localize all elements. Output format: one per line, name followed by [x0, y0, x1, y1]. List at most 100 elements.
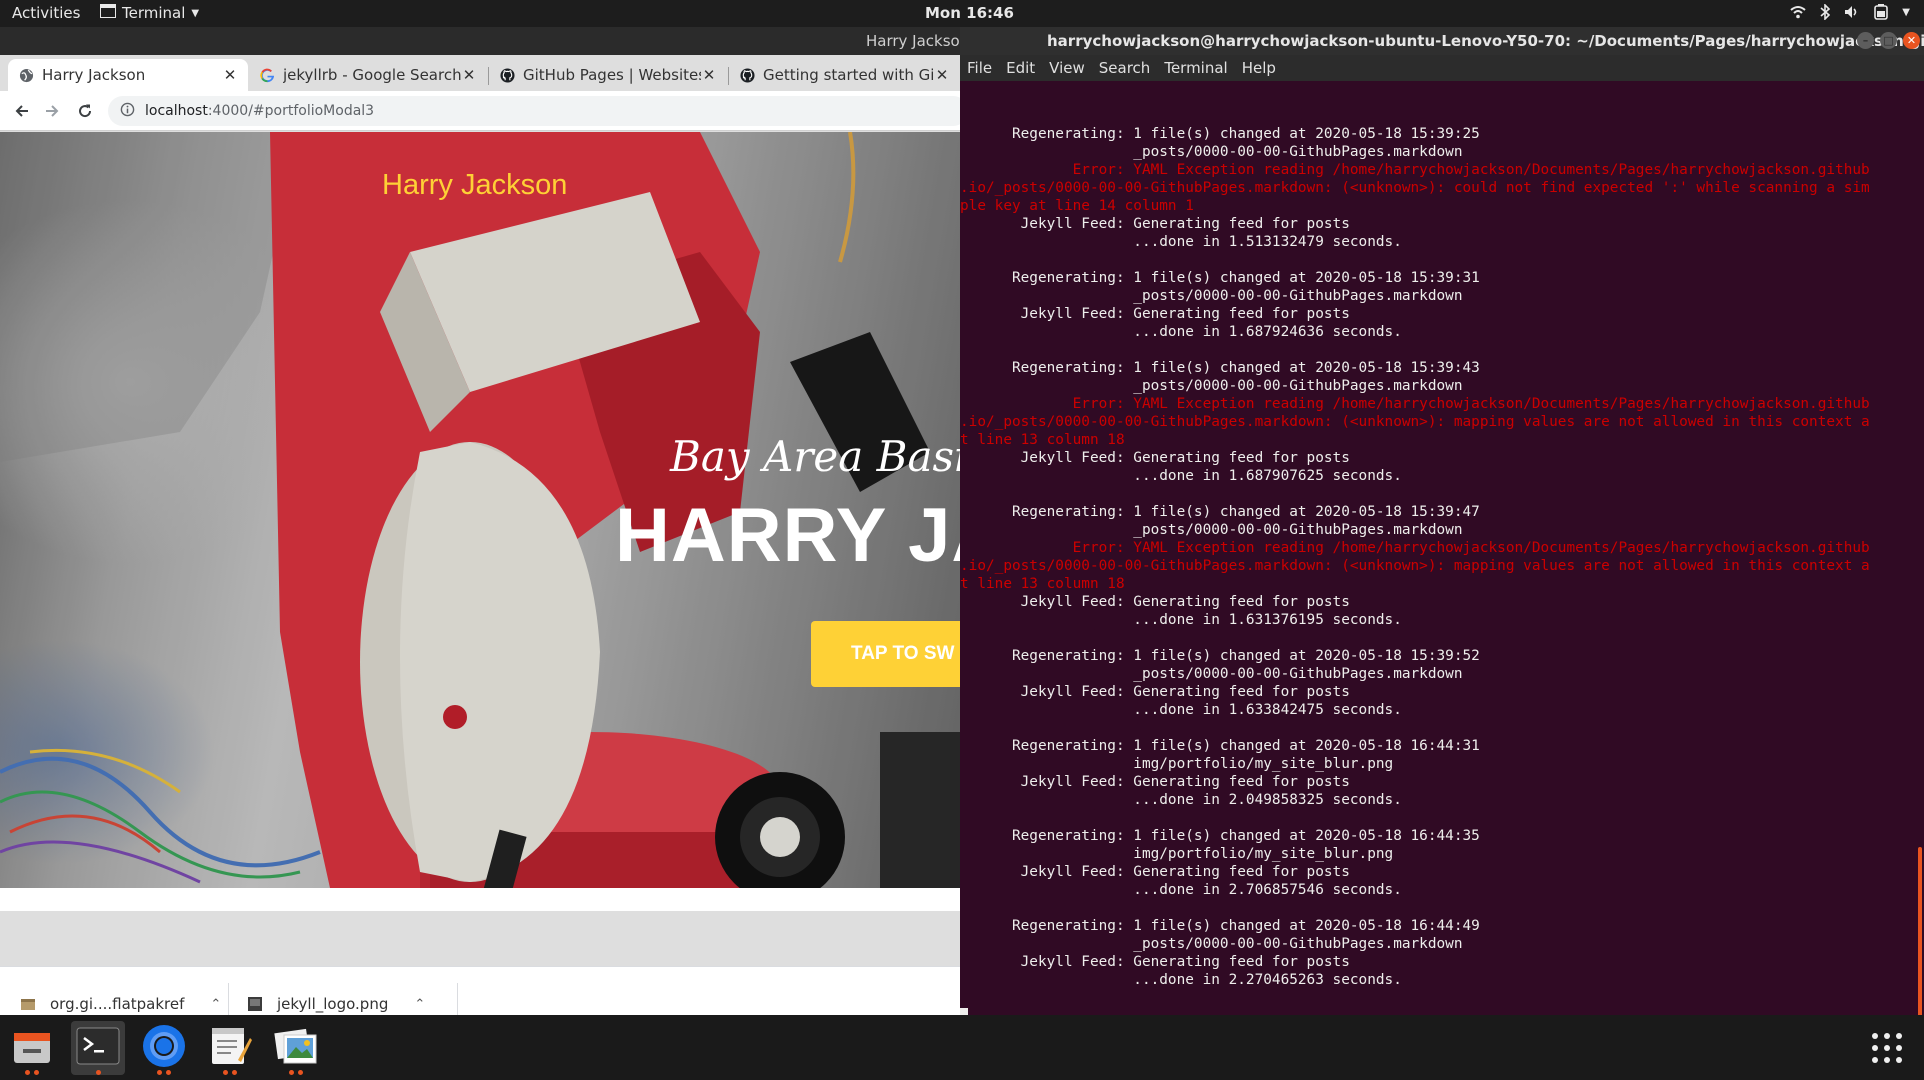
app-menu[interactable]: Terminal ▼ — [100, 4, 199, 22]
terminal-error-line: .io/_posts/0000-00-00-GithubPages.markdo… — [960, 180, 1870, 196]
terminal-line: Regenerating: 1 file(s) changed at 2020-… — [960, 918, 1480, 934]
menu-file[interactable]: File — [967, 59, 992, 77]
terminal-line: img/portfolio/my_site_blur.png — [960, 756, 1394, 772]
arrow-right-icon — [46, 105, 59, 117]
hero-header: Harry Jackson Bay Area Basic HARRY JA TA… — [0, 132, 960, 888]
dock-files[interactable] — [5, 1021, 59, 1075]
top-bar: Activities Terminal ▼ Mon 16:46 ▼ — [0, 0, 1924, 27]
package-icon — [20, 996, 36, 1012]
terminal-error-line: Error: YAML Exception reading /home/harr… — [960, 162, 1870, 178]
terminal-line: Jekyll Feed: Generating feed for posts — [960, 954, 1350, 970]
terminal-title: harrychowjackson@harrychowjackson-ubuntu… — [1047, 32, 1924, 50]
hero-heading: HARRY JA — [615, 493, 960, 578]
text-cursor — [960, 1008, 968, 1015]
terminal-line: ...done in 1.687907625 seconds. — [960, 468, 1402, 484]
menu-view[interactable]: View — [1049, 59, 1085, 77]
download-filename: jekyll_logo.png — [277, 995, 389, 1013]
terminal-line: Regenerating: 1 file(s) changed at 2020-… — [960, 126, 1480, 142]
terminal-line: ...done in 1.687924636 seconds. — [960, 324, 1402, 340]
url-path: :4000/#portfolioModal3 — [207, 103, 375, 119]
clock[interactable]: Mon 16:46 — [925, 4, 1014, 22]
info-icon[interactable] — [120, 102, 135, 121]
forward-button[interactable] — [40, 99, 64, 123]
running-indicator — [71, 1070, 125, 1075]
terminal-line: Jekyll Feed: Generating feed for posts — [960, 864, 1350, 880]
tab-getting-started[interactable]: Getting started with GitH ✕ — [729, 59, 960, 91]
close-icon: ✕ — [1906, 34, 1917, 47]
address-bar[interactable]: localhost:4000/#portfolioModal3 — [108, 96, 968, 126]
maximize-button[interactable]: □ — [1880, 32, 1897, 49]
tab-strip: Harry Jackson ✕ jekyllrb - Google Search… — [0, 55, 960, 91]
cta-button[interactable]: TAP TO SW — [811, 621, 960, 687]
terminal-line: ...done in 2.270465263 seconds. — [960, 972, 1402, 988]
volume-icon — [1844, 5, 1860, 19]
text-editor-icon — [208, 1024, 252, 1072]
terminal-line: Regenerating: 1 file(s) changed at 2020-… — [960, 828, 1480, 844]
tab-github-pages[interactable]: GitHub Pages | Websites f ✕ — [489, 59, 727, 91]
terminal-titlebar[interactable]: harrychowjackson@harrychowjackson-ubuntu… — [960, 27, 1924, 55]
close-button[interactable]: ✕ — [1903, 32, 1920, 49]
menu-help[interactable]: Help — [1242, 59, 1276, 77]
chevron-down-icon: ▼ — [191, 7, 200, 19]
chevron-up-icon[interactable]: ⌃ — [414, 997, 425, 1012]
running-indicator — [137, 1070, 191, 1075]
browser-titlebar[interactable]: Harry Jackson — [0, 27, 969, 55]
terminal-line: _posts/0000-00-00-GithubPages.markdown — [960, 936, 1463, 952]
close-tab-icon[interactable]: ✕ — [461, 66, 477, 84]
terminal-line: _posts/0000-00-00-GithubPages.markdown — [960, 522, 1463, 538]
terminal-line: Jekyll Feed: Generating feed for posts — [960, 306, 1350, 322]
terminal-error-line: t line 13 column 18 — [960, 432, 1125, 448]
menu-terminal[interactable]: Terminal — [1164, 59, 1227, 77]
terminal-line: Jekyll Feed: Generating feed for posts — [960, 594, 1350, 610]
terminal-line: Regenerating: 1 file(s) changed at 2020-… — [960, 270, 1480, 286]
page-viewport: Harry Jackson Bay Area Basic HARRY JA TA… — [0, 132, 960, 911]
show-applications-icon[interactable] — [1872, 1033, 1902, 1063]
reload-button[interactable] — [73, 99, 97, 123]
terminal-error-line: Error: YAML Exception reading /home/harr… — [960, 396, 1870, 412]
terminal-line: Jekyll Feed: Generating feed for posts — [960, 450, 1350, 466]
minimize-icon: – — [1862, 34, 1869, 47]
terminal-app-icon — [100, 4, 116, 22]
terminal-line: Jekyll Feed: Generating feed for posts — [960, 216, 1350, 232]
tab-jekyllrb-search[interactable]: jekyllrb - Google Search ✕ — [249, 59, 487, 91]
dock-terminal[interactable] — [71, 1021, 125, 1075]
wifi-icon — [1790, 5, 1806, 19]
browser-window: Harry Jackson Harry Jackson ✕ jekyllrb -… — [0, 27, 969, 1041]
system-tray[interactable]: ▼ — [1790, 4, 1910, 20]
app-menu-label: Terminal — [122, 4, 186, 22]
terminal-prompt-line[interactable] — [960, 1007, 1914, 1015]
terminal-error-line: .io/_posts/0000-00-00-GithubPages.markdo… — [960, 558, 1870, 574]
menu-search[interactable]: Search — [1099, 59, 1151, 77]
minimize-button[interactable]: – — [1857, 32, 1874, 49]
terminal-line: Regenerating: 1 file(s) changed at 2020-… — [960, 648, 1480, 664]
terminal-line: Regenerating: 1 file(s) changed at 2020-… — [960, 504, 1480, 520]
terminal-scrollbar[interactable] — [1918, 847, 1922, 1017]
terminal-error-line: t line 13 column 18 — [960, 576, 1125, 592]
close-tab-icon[interactable]: ✕ — [701, 66, 717, 84]
dock-chrome[interactable] — [137, 1021, 191, 1075]
tab-title: Harry Jackson — [42, 66, 146, 84]
chevron-up-icon[interactable]: ⌃ — [210, 997, 221, 1012]
menu-edit[interactable]: Edit — [1006, 59, 1035, 77]
image-viewer-icon — [274, 1025, 318, 1071]
tab-harry-jackson[interactable]: Harry Jackson ✕ — [8, 59, 248, 91]
terminal-line: _posts/0000-00-00-GithubPages.markdown — [960, 378, 1463, 394]
dock-text-editor[interactable] — [203, 1021, 257, 1075]
close-tab-icon[interactable]: ✕ — [934, 66, 950, 84]
site-brand[interactable]: Harry Jackson — [382, 169, 567, 202]
dock — [0, 1015, 1924, 1080]
terminal-line: _posts/0000-00-00-GithubPages.markdown — [960, 288, 1463, 304]
window-controls: – □ ✕ — [1857, 32, 1920, 49]
tab-title: jekyllrb - Google Search — [283, 66, 461, 84]
terminal-error-line: ple key at line 14 column 1 — [960, 198, 1194, 214]
terminal-output[interactable]: Regenerating: 1 file(s) changed at 2020-… — [960, 81, 1914, 1015]
back-button[interactable] — [10, 99, 34, 123]
close-tab-icon[interactable]: ✕ — [222, 66, 238, 84]
browser-window-title: Harry Jackson — [866, 32, 970, 50]
terminal-line: ...done in 1.631376195 seconds. — [960, 612, 1402, 628]
activities-button[interactable]: Activities — [12, 4, 80, 22]
terminal-error-line: Error: YAML Exception reading /home/harr… — [960, 540, 1870, 556]
dock-image-viewer[interactable] — [269, 1021, 323, 1075]
